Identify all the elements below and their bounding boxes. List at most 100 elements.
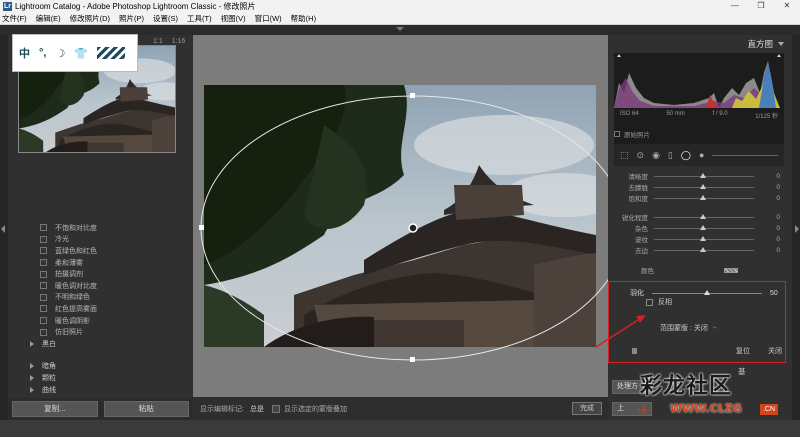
expand-arrow-icon [30,386,34,393]
spot-removal-icon[interactable]: ⊙ [637,150,645,161]
ime-skin-icon[interactable] [97,47,126,59]
invert-checkbox[interactable] [646,298,653,306]
invert-row[interactable]: 反相 [646,297,672,307]
menu-develop[interactable]: 修改照片(D) [70,13,110,24]
preset-label: 蓝绿色和红色 [55,247,97,255]
preset-folder-curve[interactable]: 曲线 [8,384,193,396]
adjustment-slider[interactable] [654,172,754,178]
slider-knob[interactable] [700,213,706,219]
lightroom-app-icon: Lr [3,1,12,11]
histogram-header[interactable]: 直方图 [608,35,792,53]
mask-toggle-switch[interactable] [632,348,637,354]
zoom-1-1[interactable]: 1:1 [153,38,163,45]
preset-item[interactable]: ▫ 柔和薄雾 [8,257,193,269]
menu-window[interactable]: 窗口(W) [255,13,282,24]
ime-chinese-mode[interactable]: 中 [19,45,30,61]
close-button[interactable]: 关闭 [768,346,782,356]
preset-item[interactable]: ▫ 拍摄调剂 [8,268,193,280]
left-panel-toggle[interactable] [0,35,8,420]
close-icon[interactable]: ✕ [774,0,800,12]
preset-item[interactable]: ▫ 红色提高雾面 [8,303,193,315]
minimize-icon[interactable]: — [722,0,748,12]
adjustment-row[interactable]: 波纹 0 [608,234,792,244]
slider-knob[interactable] [700,224,706,230]
adjustment-slider[interactable] [654,183,754,189]
slider-knob[interactable] [700,183,706,189]
preset-item[interactable]: ▫ 冷光 [8,234,193,246]
preset-folder-vignette[interactable]: 暗角 [8,360,193,372]
feather-label: 羽化 [630,290,644,297]
adjustment-row[interactable]: 清晰度 0 [608,171,792,181]
adjustment-slider[interactable] [654,235,754,241]
right-panel-toggle[interactable] [792,35,800,420]
shirt-icon[interactable]: 👕 [74,47,88,60]
menu-settings[interactable]: 设置(S) [153,13,178,24]
maximize-icon[interactable]: ❐ [748,0,774,12]
reset-button[interactable]: 复位 [736,346,750,356]
slider-knob[interactable] [700,235,706,241]
ime-punctuation[interactable]: °, [39,47,46,59]
crop-icon[interactable]: ⬚ [620,150,629,161]
original-photo-checkbox[interactable] [614,131,620,137]
color-row[interactable]: 颜色 [608,265,792,275]
preset-item[interactable]: ▫ 暖色调阴影 [8,315,193,327]
moon-icon[interactable]: ☽ [55,47,65,60]
menu-view[interactable]: 视图(V) [221,13,246,24]
menu-edit[interactable]: 编辑(E) [36,13,61,24]
preset-icon: ▫ [40,270,47,278]
preset-item[interactable]: ▫ 暖色调对比度 [8,280,193,292]
preset-item[interactable]: ▫ 不饱和对比度 [8,222,193,234]
show-overlay-checkbox[interactable] [271,404,280,413]
adjustment-slider[interactable] [654,213,754,219]
menu-bar: 文件(F) 编辑(E) 修改照片(D) 照片(P) 设置(S) 工具(T) 视图… [0,12,800,25]
histogram-title: 直方图 [747,39,773,49]
left-arrow-icon [1,225,5,233]
paste-button[interactable]: 粘贴 [103,401,189,417]
slider-knob[interactable] [704,289,710,295]
slider-knob[interactable] [700,172,706,178]
adjustment-slider[interactable] [654,194,754,200]
range-mask-row[interactable]: 范围蒙版 : 关闭 ÷ [660,323,717,333]
menu-help[interactable]: 帮助(H) [291,13,316,24]
adjustment-row[interactable]: 杂色 0 [608,223,792,233]
color-swatch[interactable] [724,267,738,273]
done-button[interactable]: 完成 [572,402,602,415]
original-photo-toggle[interactable]: 原始照片 [614,129,650,139]
slider-knob[interactable] [700,246,706,252]
red-eye-icon[interactable]: ◉ [652,150,660,161]
photo-image[interactable] [204,85,596,347]
color-label: 颜色 [641,268,654,275]
menu-tools[interactable]: 工具(T) [187,13,212,24]
graduated-filter-icon[interactable]: ▯ [668,150,673,161]
copy-button[interactable]: 复制... [12,401,98,417]
adjustment-value: 0 [776,246,780,254]
adjustment-label: 锐化程度 [622,215,648,222]
adjustment-value: 0 [776,172,780,180]
expand-arrow-icon [30,374,34,381]
folder-label: 颗粒 [42,374,56,382]
feather-value: 50 [770,289,778,297]
range-mask-select[interactable]: 关闭 [694,325,708,332]
show-edit-pins-select[interactable]: 总是 [250,404,264,414]
adjustment-slider[interactable] [654,224,754,230]
preset-item[interactable]: ▫ 蓝绿色和红色 [8,245,193,257]
preset-folder-bw[interactable]: 黑白 [8,338,193,350]
tool-slider[interactable] [712,154,778,156]
menu-file[interactable]: 文件(F) [2,13,27,24]
adjustment-row[interactable]: 去朦胧 0 [608,182,792,192]
tool-strip: ⬚ ⊙ ◉ ▯ ◯ ● [614,144,784,166]
preset-folder-grain[interactable]: 颗粒 [8,372,193,384]
adjustment-row[interactable]: 锐化程度 0 [608,212,792,222]
preset-icon: ▫ [40,235,47,243]
adjustment-brush-icon[interactable]: ● [699,150,704,160]
feather-slider[interactable] [652,289,762,295]
zoom-1-16[interactable]: 1:16 [172,38,186,45]
preset-item[interactable]: ▫ 不明和绿色 [8,292,193,304]
adjustment-row[interactable]: 饱和度 0 [608,193,792,203]
slider-knob[interactable] [700,194,706,200]
adjustment-slider[interactable] [654,246,754,252]
radial-filter-icon[interactable]: ◯ [681,150,691,161]
preset-item[interactable]: ▫ 仿旧照片 [8,326,193,338]
adjustment-row[interactable]: 去边 0 [608,245,792,255]
menu-photo[interactable]: 照片(P) [119,13,144,24]
